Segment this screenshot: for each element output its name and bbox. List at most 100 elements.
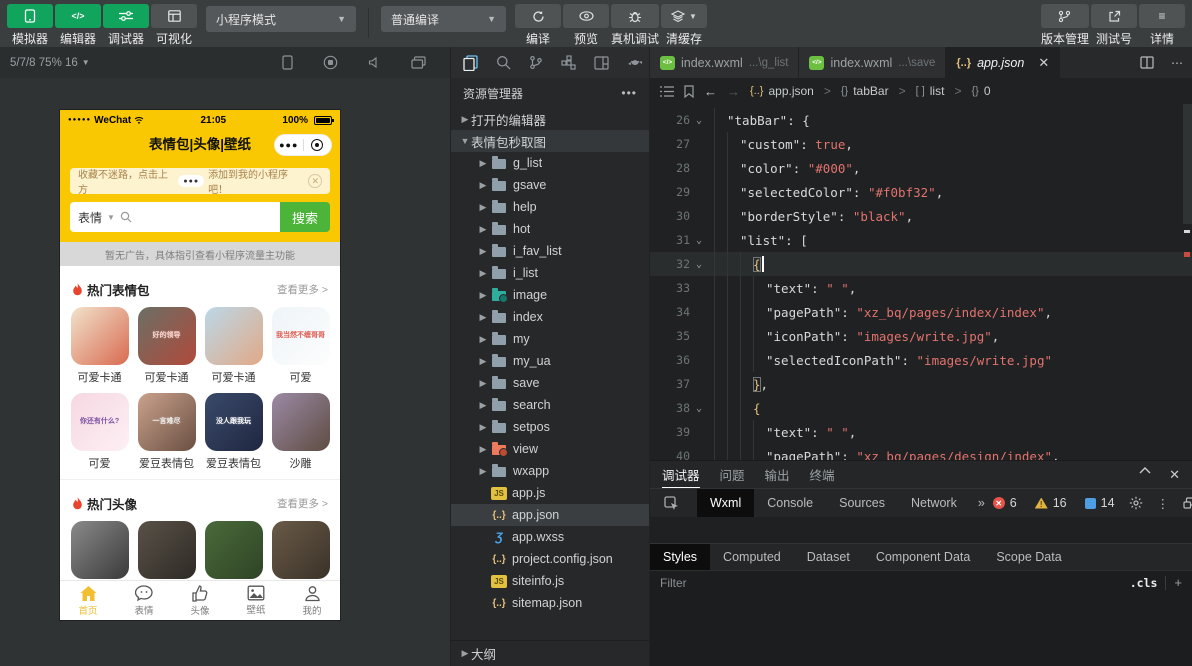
tree-folder-g_list[interactable]: ▶ g_list xyxy=(451,152,649,174)
code-line-35[interactable]: 35 "iconPath": "images/write.jpg", xyxy=(650,324,1192,348)
compile-button[interactable]: 编译 xyxy=(515,4,561,47)
code-line-40[interactable]: 40 "pagePath": "xz_bq/pages/design/index"… xyxy=(650,444,1192,460)
tab-scope-data[interactable]: Scope Data xyxy=(983,544,1074,570)
simulator-toggle-button[interactable]: 模拟器 xyxy=(7,4,53,47)
devtools-tab-sources[interactable]: Sources xyxy=(826,489,898,517)
tab-index-wxml-glist[interactable]: </> index.wxml ...\g_list xyxy=(650,47,800,78)
emoji-item[interactable]: 你还有什么? 可爱 xyxy=(66,393,133,471)
tab-mine[interactable]: 我的 xyxy=(284,581,340,620)
tab-wallpaper[interactable]: 壁纸 xyxy=(228,581,284,620)
test-account-button[interactable]: 测试号 xyxy=(1091,4,1137,47)
emoji-item[interactable]: 沙雕 xyxy=(267,393,334,471)
tree-folder-index[interactable]: ▶ index xyxy=(451,306,649,328)
code-line-28[interactable]: 28 "color": "#000", xyxy=(650,156,1192,180)
remote-debug-button[interactable]: 真机调试 xyxy=(611,4,660,47)
styles-content-area[interactable] xyxy=(650,594,1192,666)
breadcrumb-segment[interactable]: [ ] list xyxy=(916,84,945,98)
files-icon[interactable] xyxy=(463,54,478,71)
code-line-34[interactable]: 34 "pagePath": "xz_bq/pages/index/index", xyxy=(650,300,1192,324)
emoji-item[interactable]: 可爱卡通 xyxy=(200,307,267,385)
tree-folder-image[interactable]: ▶ image xyxy=(451,284,649,306)
code-line-37[interactable]: 37}, xyxy=(650,372,1192,396)
tree-folder-my[interactable]: ▶ my xyxy=(451,328,649,350)
collapse-panel-icon[interactable] xyxy=(1139,466,1151,483)
search-category[interactable]: 表情 xyxy=(78,209,102,226)
editor-scrollbar[interactable] xyxy=(1183,104,1192,224)
compile-mode-select[interactable]: 普通编译 ▼ xyxy=(381,6,506,32)
tab-avatar[interactable]: 头像 xyxy=(172,581,228,620)
details-button[interactable]: ≡ 详情 xyxy=(1139,4,1185,47)
emoji-item[interactable]: 我当然不缠哥哥 可爱 xyxy=(267,307,334,385)
code-editor[interactable]: 26 ⌄ "tabBar": {27 "custom": true, 28 "color"… xyxy=(650,104,1192,460)
close-target-icon[interactable] xyxy=(304,139,332,151)
settings-gear-icon[interactable] xyxy=(1129,496,1143,510)
mode-select[interactable]: 小程序模式 ▼ xyxy=(206,6,356,32)
console-counters[interactable]: ✕ 6 ! 16 14 xyxy=(992,496,1115,510)
close-panel-icon[interactable]: ✕ xyxy=(1169,467,1180,483)
tree-folder-help[interactable]: ▶ help xyxy=(451,196,649,218)
debugger-toggle-button[interactable]: 调试器 xyxy=(103,4,149,47)
more-actions-icon[interactable]: ••• xyxy=(621,86,637,100)
code-line-33[interactable]: 33 "text": " ", xyxy=(650,276,1192,300)
fold-chevron-icon[interactable]: ⌄ xyxy=(690,115,708,126)
code-line-36[interactable]: 36 "selectedIconPath": "images/write.jpg" xyxy=(650,348,1192,372)
devtools-tab-console[interactable]: Console xyxy=(754,489,826,517)
tree-folder-search[interactable]: ▶ search xyxy=(451,394,649,416)
devtools-tab-wxml[interactable]: Wxml xyxy=(697,489,755,517)
source-control-icon[interactable] xyxy=(529,55,543,70)
tab-terminal[interactable]: 终端 xyxy=(810,461,835,488)
search-button[interactable]: 搜索 xyxy=(280,202,330,232)
breadcrumb-segment[interactable]: {} tabBar xyxy=(841,84,889,98)
emoji-item[interactable]: 可爱卡通 xyxy=(66,307,133,385)
tree-file-app.js[interactable]: JS app.js xyxy=(451,482,649,504)
code-line-32[interactable]: 32 ⌄{ xyxy=(650,252,1192,276)
tree-folder-i_fav_list[interactable]: ▶ i_fav_list xyxy=(451,240,649,262)
record-icon[interactable] xyxy=(323,55,338,70)
tab-app-json[interactable]: {..} app.json ✕ xyxy=(946,47,1061,78)
tab-home[interactable]: 首页 xyxy=(60,581,116,620)
window-layout-icon[interactable] xyxy=(594,55,609,70)
breadcrumb-segment[interactable]: {..} app.json xyxy=(750,84,814,98)
tab-computed[interactable]: Computed xyxy=(710,544,794,570)
see-more-link[interactable]: 查看更多 > xyxy=(277,496,328,511)
rotate-device-icon[interactable] xyxy=(282,55,293,70)
sound-icon[interactable] xyxy=(368,56,381,69)
search-input[interactable]: 表情 ▼ xyxy=(70,202,280,232)
tab-debugger[interactable]: 调试器 xyxy=(662,461,700,488)
code-line-31[interactable]: 31 ⌄ "list": [ xyxy=(650,228,1192,252)
tree-folder-setpos[interactable]: ▶ setpos xyxy=(451,416,649,438)
code-line-38[interactable]: 38 ⌄{ xyxy=(650,396,1192,420)
more-actions-icon[interactable]: ⋯ xyxy=(1162,47,1192,78)
tab-emoji[interactable]: 表情 xyxy=(116,581,172,620)
tab-styles[interactable]: Styles xyxy=(650,544,711,570)
new-style-rule-icon[interactable]: + xyxy=(1174,575,1182,590)
device-selector[interactable]: 5/7/8 75% 16 ▼ xyxy=(10,57,90,69)
fold-chevron-icon[interactable]: ⌄ xyxy=(690,259,708,270)
code-line-39[interactable]: 39 "text": " ", xyxy=(650,420,1192,444)
preview-button[interactable]: 预览 xyxy=(563,4,609,47)
multi-window-icon[interactable] xyxy=(411,56,426,69)
avatar-item[interactable] xyxy=(200,521,267,579)
tab-component-data[interactable]: Component Data xyxy=(863,544,984,570)
more-dots-icon[interactable]: ●●● xyxy=(275,130,303,160)
version-control-button[interactable]: 版本管理 xyxy=(1040,4,1089,47)
code-line-26[interactable]: 26 ⌄ "tabBar": { xyxy=(650,108,1192,132)
avatar-item[interactable] xyxy=(267,521,334,579)
project-root-section[interactable]: ▼ 表情包秒取图 xyxy=(451,130,649,152)
code-line-29[interactable]: 29 "selectedColor": "#f0bf32", xyxy=(650,180,1192,204)
code-line-27[interactable]: 27 "custom": true, xyxy=(650,132,1192,156)
emoji-item[interactable]: 一言难尽 爱豆表情包 xyxy=(133,393,200,471)
outline-list-icon[interactable] xyxy=(660,85,674,97)
devtools-tab-network[interactable]: Network xyxy=(898,489,970,517)
tree-folder-save[interactable]: ▶ save xyxy=(451,372,649,394)
capsule-button[interactable]: ●●● xyxy=(274,134,332,156)
inspect-element-icon[interactable] xyxy=(664,495,679,511)
tree-folder-gsave[interactable]: ▶ gsave xyxy=(451,174,649,196)
split-editor-icon[interactable] xyxy=(1132,47,1162,78)
avatar-item[interactable] xyxy=(133,521,200,579)
fold-chevron-icon[interactable]: ⌄ xyxy=(690,235,708,246)
editor-toggle-button[interactable]: </> 编辑器 xyxy=(55,4,101,47)
search-icon[interactable] xyxy=(496,55,511,70)
close-tab-icon[interactable]: ✕ xyxy=(1038,55,1049,71)
emoji-item[interactable]: 好的领导 可爱卡通 xyxy=(133,307,200,385)
